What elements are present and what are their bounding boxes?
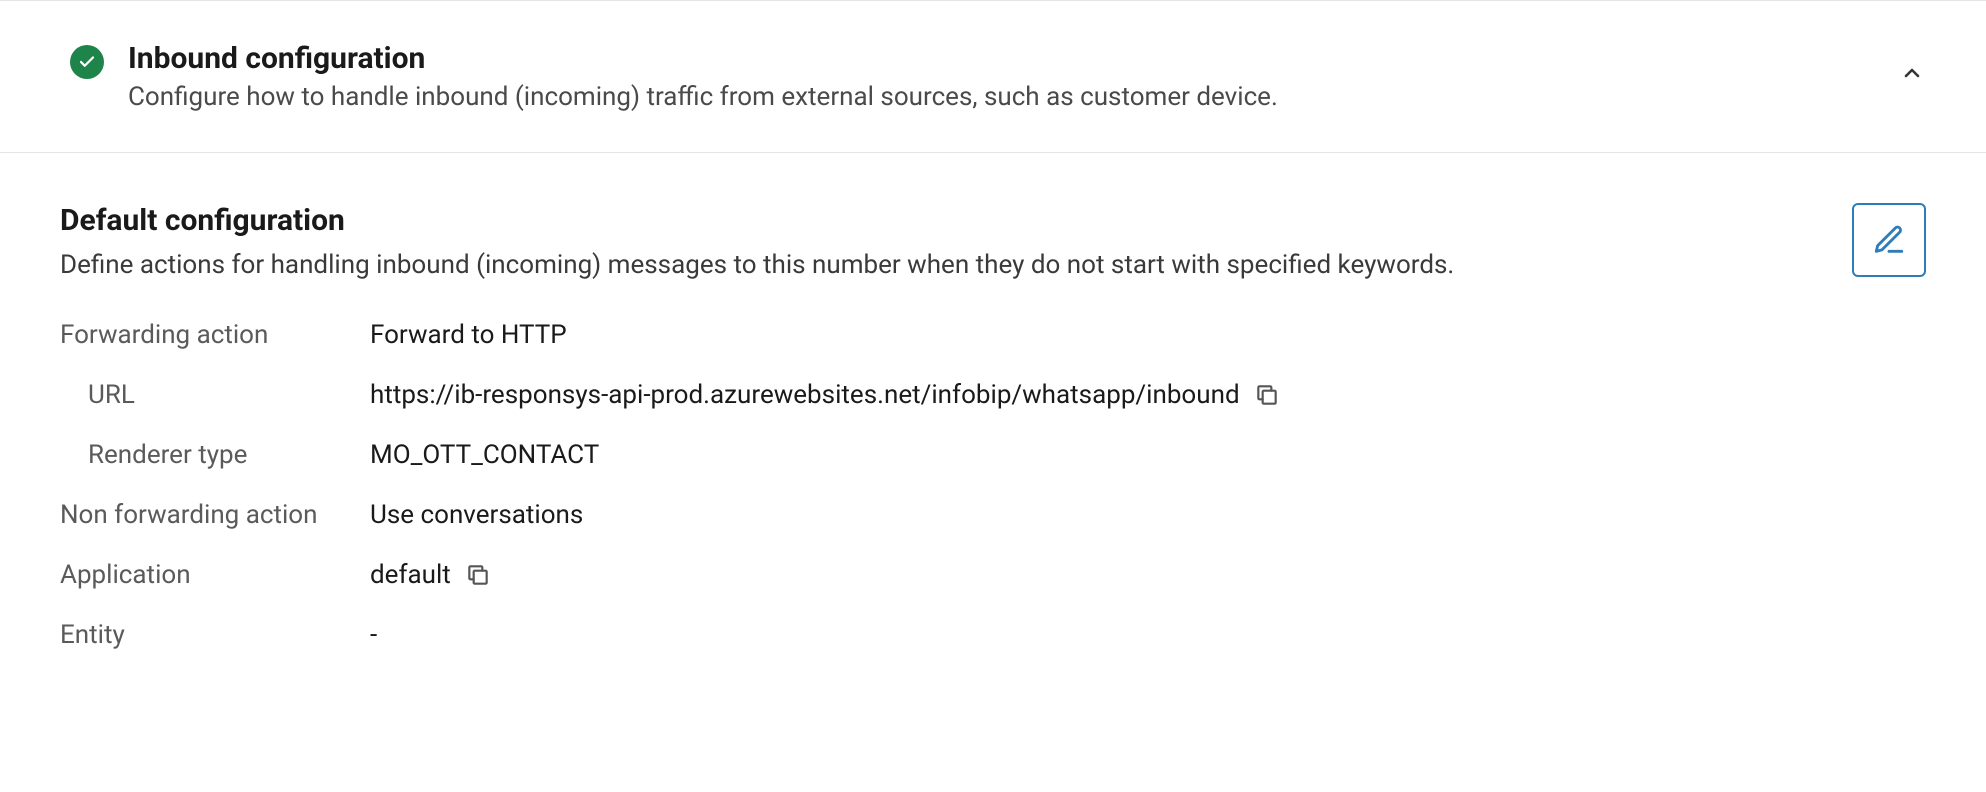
non-forwarding-action-value: Use conversations bbox=[370, 500, 1926, 530]
forwarding-action-value: Forward to HTTP bbox=[370, 320, 1926, 350]
collapse-toggle[interactable] bbox=[1898, 59, 1926, 87]
entity-label: Entity bbox=[60, 620, 370, 650]
application-text: default bbox=[370, 560, 451, 590]
edit-button[interactable] bbox=[1852, 203, 1926, 277]
default-configuration-section: Default configuration Define actions for… bbox=[0, 153, 1986, 690]
non-forwarding-action-label: Non forwarding action bbox=[60, 500, 370, 530]
url-label: URL bbox=[60, 380, 370, 410]
panel-header[interactable]: Inbound configuration Configure how to h… bbox=[0, 0, 1986, 153]
entity-value: - bbox=[370, 620, 1926, 650]
section-description: Define actions for handling inbound (inc… bbox=[60, 250, 1926, 280]
copy-application-button[interactable] bbox=[465, 562, 491, 588]
check-icon bbox=[70, 45, 104, 79]
forwarding-action-label: Forwarding action bbox=[60, 320, 370, 350]
renderer-type-value: MO_OTT_CONTACT bbox=[370, 440, 1926, 470]
url-text: https://ib-responsys-api-prod.azurewebsi… bbox=[370, 380, 1240, 410]
section-title: Default configuration bbox=[60, 203, 1926, 238]
panel-title: Inbound configuration bbox=[128, 41, 1874, 76]
renderer-type-label: Renderer type bbox=[60, 440, 370, 470]
copy-url-button[interactable] bbox=[1254, 382, 1280, 408]
url-value: https://ib-responsys-api-prod.azurewebsi… bbox=[370, 380, 1926, 410]
application-value: default bbox=[370, 560, 1926, 590]
panel-description: Configure how to handle inbound (incomin… bbox=[128, 82, 1874, 112]
config-fields: Forwarding action Forward to HTTP URL ht… bbox=[60, 320, 1926, 650]
header-text-block: Inbound configuration Configure how to h… bbox=[128, 41, 1874, 112]
application-label: Application bbox=[60, 560, 370, 590]
